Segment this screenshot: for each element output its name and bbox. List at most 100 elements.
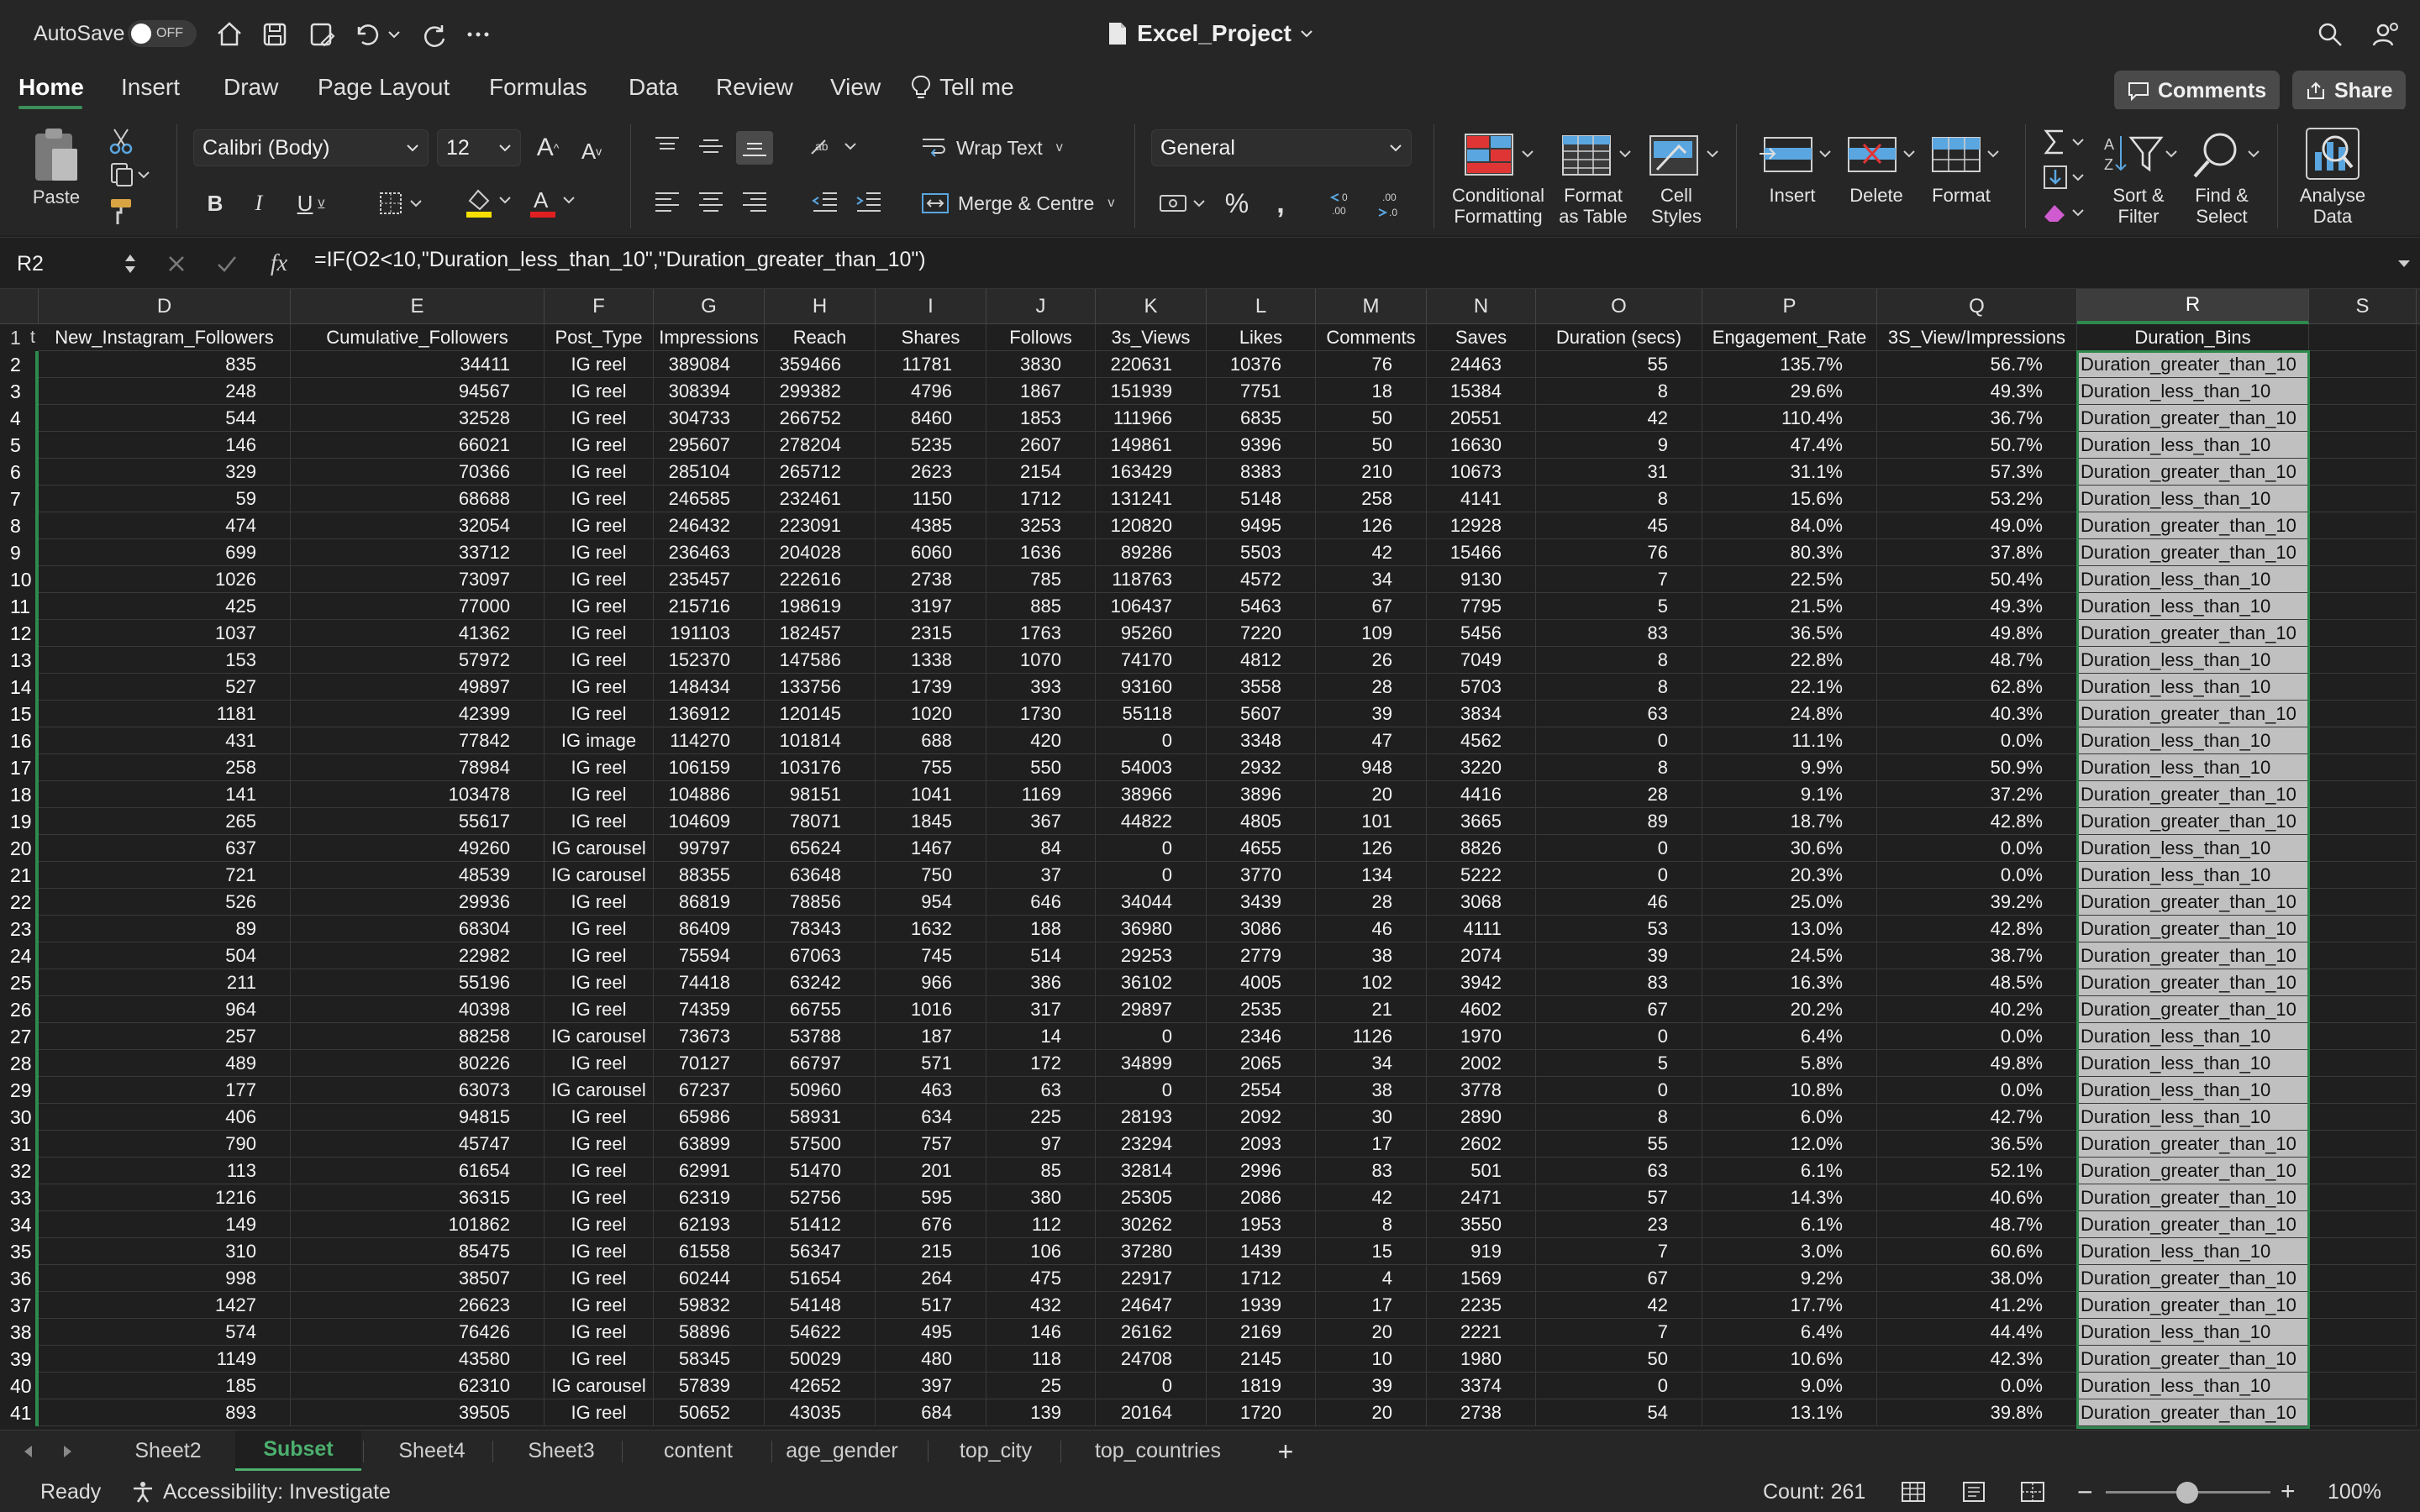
cell-k34[interactable]: 30262: [1096, 1211, 1207, 1238]
cell-d14[interactable]: 527: [39, 674, 291, 701]
cell-o8[interactable]: 45: [1536, 512, 1702, 539]
cell-n1[interactable]: Saves: [1427, 324, 1536, 351]
cell-f17[interactable]: IG reel: [544, 754, 654, 781]
cell-e39[interactable]: 43580: [291, 1346, 544, 1373]
cell-q2[interactable]: 56.7%: [1877, 351, 2077, 378]
cell-d38[interactable]: 574: [39, 1319, 291, 1346]
cell-f16[interactable]: IG image: [544, 727, 654, 754]
cell-n37[interactable]: 2235: [1427, 1292, 1536, 1319]
cell-i11[interactable]: 3197: [876, 593, 986, 620]
cell-j34[interactable]: 112: [986, 1211, 1096, 1238]
cell-g28[interactable]: 70127: [654, 1050, 765, 1077]
cell-s9[interactable]: [2309, 539, 2417, 566]
cell-p24[interactable]: 24.5%: [1702, 942, 1877, 969]
cell-s14[interactable]: [2309, 674, 2417, 701]
cell-r34[interactable]: Duration_greater_than_10: [2077, 1211, 2309, 1238]
row-header[interactable]: 24: [0, 942, 39, 969]
cell-d19[interactable]: 265: [39, 808, 291, 835]
cell-i28[interactable]: 571: [876, 1050, 986, 1077]
cell-m25[interactable]: 102: [1316, 969, 1427, 996]
cell-p41[interactable]: 13.1%: [1702, 1399, 1877, 1426]
cell-n5[interactable]: 16630: [1427, 432, 1536, 459]
font-size-select[interactable]: 12: [437, 129, 521, 166]
decrease-font-size-icon[interactable]: Av: [575, 133, 608, 170]
cell-m39[interactable]: 10: [1316, 1346, 1427, 1373]
cell-s28[interactable]: [2309, 1050, 2417, 1077]
cell-e1[interactable]: Cumulative_Followers: [291, 324, 544, 351]
cell-k22[interactable]: 34044: [1096, 889, 1207, 916]
increase-decimal-icon[interactable]: 0.00: [1326, 185, 1365, 222]
tab-page-layout[interactable]: Page Layout: [318, 74, 450, 101]
cell-e28[interactable]: 80226: [291, 1050, 544, 1077]
cell-s10[interactable]: [2309, 566, 2417, 593]
column-header-n[interactable]: N: [1427, 289, 1536, 324]
cell-q17[interactable]: 50.9%: [1877, 754, 2077, 781]
cell-f40[interactable]: IG carousel: [544, 1373, 654, 1399]
cell-k3[interactable]: 151939: [1096, 378, 1207, 405]
cell-p35[interactable]: 3.0%: [1702, 1238, 1877, 1265]
cell-e35[interactable]: 85475: [291, 1238, 544, 1265]
cell-l32[interactable]: 2996: [1207, 1158, 1316, 1184]
cell-e17[interactable]: 78984: [291, 754, 544, 781]
undo-icon[interactable]: [349, 17, 384, 52]
row-header[interactable]: 33: [0, 1184, 39, 1211]
save-as-icon[interactable]: [304, 17, 339, 52]
cell-n20[interactable]: 8826: [1427, 835, 1536, 862]
cell-s17[interactable]: [2309, 754, 2417, 781]
cell-i38[interactable]: 495: [876, 1319, 986, 1346]
cell-o37[interactable]: 42: [1536, 1292, 1702, 1319]
cell-i22[interactable]: 954: [876, 889, 986, 916]
cell-g33[interactable]: 62319: [654, 1184, 765, 1211]
cell-m7[interactable]: 258: [1316, 486, 1427, 512]
cell-n25[interactable]: 3942: [1427, 969, 1536, 996]
cell-q14[interactable]: 62.8%: [1877, 674, 2077, 701]
cell-o9[interactable]: 76: [1536, 539, 1702, 566]
cell-j3[interactable]: 1867: [986, 378, 1096, 405]
cell-e31[interactable]: 45747: [291, 1131, 544, 1158]
cell-h35[interactable]: 56347: [765, 1238, 876, 1265]
cell-m15[interactable]: 39: [1316, 701, 1427, 727]
cell-r11[interactable]: Duration_less_than_10: [2077, 593, 2309, 620]
cell-j39[interactable]: 118: [986, 1346, 1096, 1373]
cell-i37[interactable]: 517: [876, 1292, 986, 1319]
cell-f25[interactable]: IG reel: [544, 969, 654, 996]
row-header[interactable]: 6: [0, 459, 39, 486]
cell-p39[interactable]: 10.6%: [1702, 1346, 1877, 1373]
cell-q41[interactable]: 39.8%: [1877, 1399, 2077, 1426]
cell-r40[interactable]: Duration_less_than_10: [2077, 1373, 2309, 1399]
cell-p18[interactable]: 9.1%: [1702, 781, 1877, 808]
cell-q11[interactable]: 49.3%: [1877, 593, 2077, 620]
cell-n19[interactable]: 3665: [1427, 808, 1536, 835]
cell-f14[interactable]: IG reel: [544, 674, 654, 701]
cell-k32[interactable]: 32814: [1096, 1158, 1207, 1184]
cell-g36[interactable]: 60244: [654, 1265, 765, 1292]
cell-h13[interactable]: 147586: [765, 647, 876, 674]
cell-p34[interactable]: 6.1%: [1702, 1211, 1877, 1238]
cell-q15[interactable]: 40.3%: [1877, 701, 2077, 727]
cell-h32[interactable]: 51470: [765, 1158, 876, 1184]
cell-p29[interactable]: 10.8%: [1702, 1077, 1877, 1104]
cell-e26[interactable]: 40398: [291, 996, 544, 1023]
number-format-select[interactable]: General: [1151, 129, 1412, 166]
cell-q32[interactable]: 52.1%: [1877, 1158, 2077, 1184]
cell-h8[interactable]: 223091: [765, 512, 876, 539]
cell-g30[interactable]: 65986: [654, 1104, 765, 1131]
cell-k27[interactable]: 0: [1096, 1023, 1207, 1050]
cell-j29[interactable]: 63: [986, 1077, 1096, 1104]
cell-l10[interactable]: 4572: [1207, 566, 1316, 593]
cell-o16[interactable]: 0: [1536, 727, 1702, 754]
sheet-tab-sheet4[interactable]: Sheet4: [373, 1431, 491, 1471]
cell-k37[interactable]: 24647: [1096, 1292, 1207, 1319]
cell-l16[interactable]: 3348: [1207, 727, 1316, 754]
cell-r6[interactable]: Duration_greater_than_10: [2077, 459, 2309, 486]
cell-p13[interactable]: 22.8%: [1702, 647, 1877, 674]
cell-k26[interactable]: 29897: [1096, 996, 1207, 1023]
tab-review[interactable]: Review: [716, 74, 793, 101]
cell-h40[interactable]: 42652: [765, 1373, 876, 1399]
cell-f22[interactable]: IG reel: [544, 889, 654, 916]
cell-o10[interactable]: 7: [1536, 566, 1702, 593]
cell-l11[interactable]: 5463: [1207, 593, 1316, 620]
cell-l28[interactable]: 2065: [1207, 1050, 1316, 1077]
cell-n31[interactable]: 2602: [1427, 1131, 1536, 1158]
cell-o7[interactable]: 8: [1536, 486, 1702, 512]
